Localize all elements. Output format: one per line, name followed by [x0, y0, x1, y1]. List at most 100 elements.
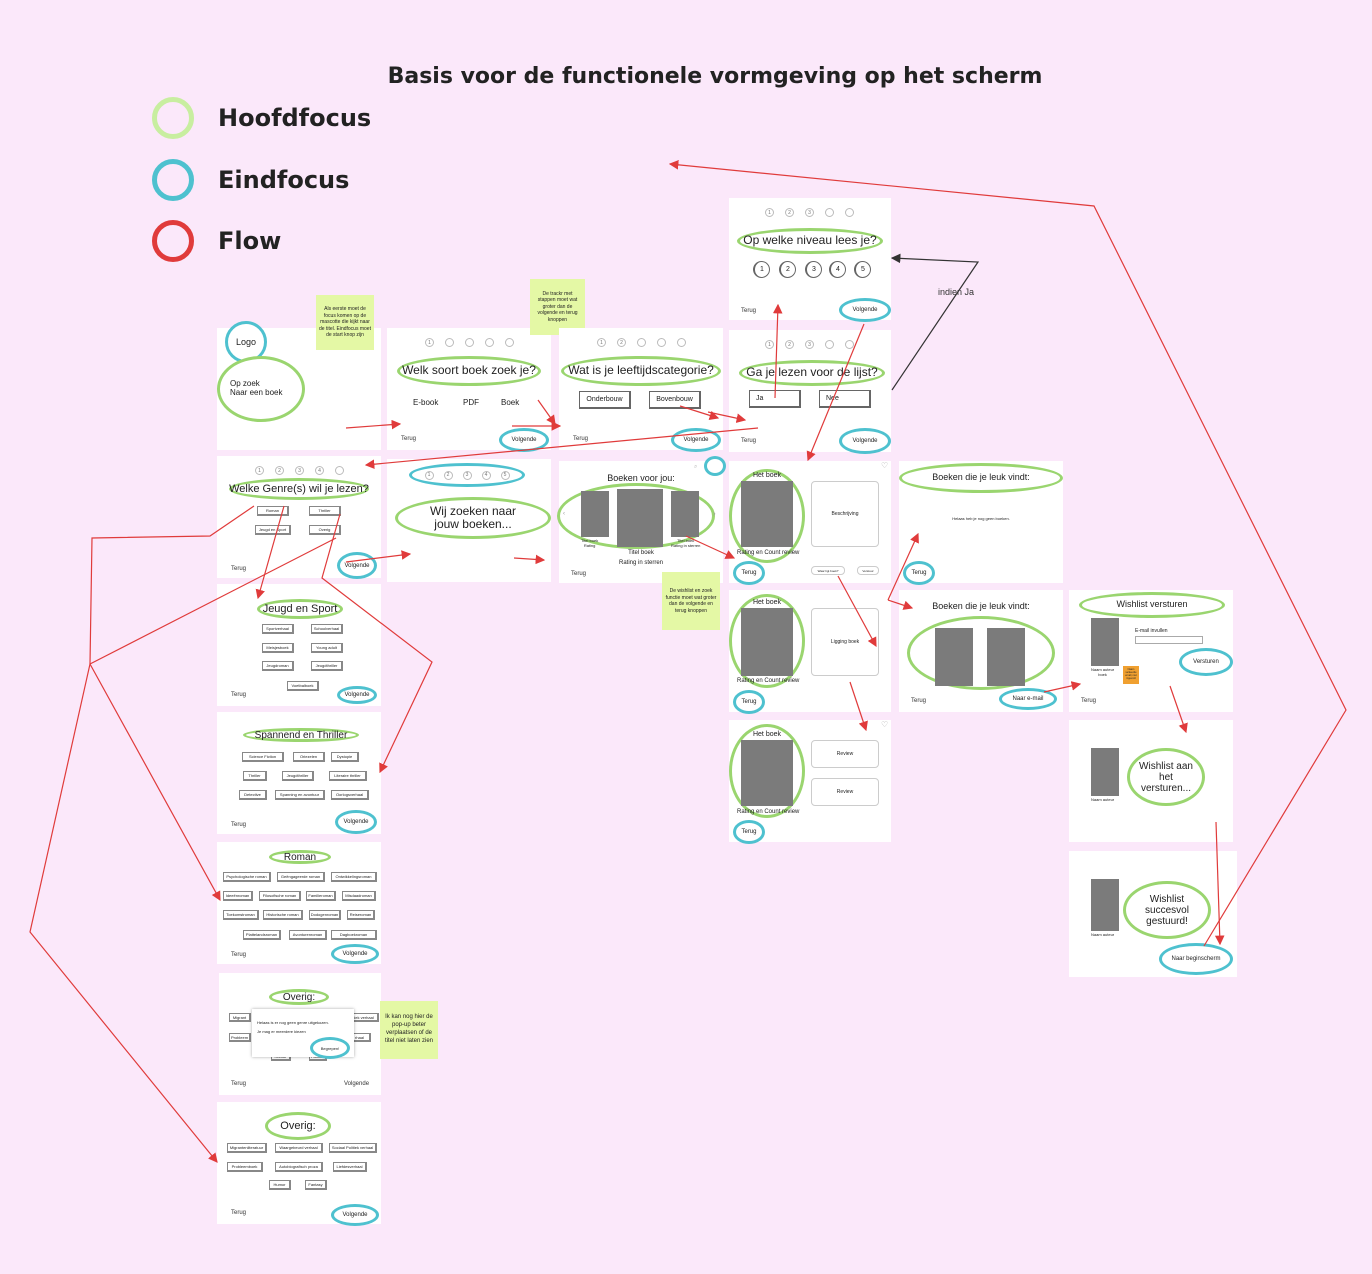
back-button[interactable]: Terug — [733, 820, 765, 844]
option[interactable]: Sportverhaal — [262, 624, 294, 634]
wishlist-button[interactable] — [704, 456, 726, 476]
where-button[interactable]: Waar ligt boek? — [811, 566, 845, 575]
next-button[interactable]: Volgende — [331, 1204, 379, 1226]
level-option[interactable]: 4 — [829, 261, 846, 278]
option-bovenbouw[interactable]: Bovenbouw — [649, 391, 701, 409]
level-option[interactable]: 5 — [854, 261, 871, 278]
send-button[interactable]: Versturen — [1179, 648, 1233, 676]
option[interactable]: Probleemboek — [227, 1162, 263, 1172]
next-button[interactable]: Volgende — [337, 552, 377, 579]
back-button[interactable]: Terug — [741, 438, 756, 444]
option[interactable]: Waargebeurd verhaal — [275, 1143, 323, 1153]
back-button[interactable]: Terug — [231, 692, 246, 698]
next-button[interactable]: Volgende — [335, 810, 377, 834]
option-overig[interactable]: Overig — [309, 525, 341, 535]
option[interactable]: Schoolverhaal — [311, 624, 343, 634]
option[interactable]: Toekomstroman — [223, 910, 259, 920]
option[interactable]: Migrantenliteratuur — [227, 1143, 267, 1153]
option[interactable]: Dystopie — [331, 752, 359, 762]
level-option[interactable]: 3 — [805, 261, 822, 278]
option[interactable]: Jeugdthriller — [311, 661, 343, 671]
option-ebook[interactable]: E-book — [413, 398, 438, 407]
next-button[interactable]: Volgende — [839, 428, 891, 454]
option[interactable]: Misdaadroman — [342, 891, 376, 901]
option[interactable]: Humor — [269, 1180, 291, 1190]
list-question: Ga je lezen voor de lijst? — [739, 360, 885, 386]
next-button[interactable]: Volgende — [671, 428, 721, 452]
option-boek[interactable]: Boek — [501, 398, 519, 407]
option[interactable]: Liefdesverhaal — [333, 1162, 367, 1172]
option[interactable]: Jeugdroman — [262, 661, 294, 671]
back-button[interactable]: Terug — [231, 566, 246, 572]
screen-search: 1 2 3 4 5 Wij zoeken naar jouw boeken... — [387, 459, 551, 582]
step-dot — [465, 338, 474, 347]
option[interactable]: Reiseroman — [347, 910, 375, 920]
option-pdf[interactable]: PDF — [463, 398, 479, 407]
heart-icon[interactable]: ♡ — [881, 461, 888, 470]
option[interactable]: Autobiografisch proza — [275, 1162, 323, 1172]
option[interactable]: Science Fiction — [242, 752, 284, 762]
option[interactable]: Geëngageerde roman — [277, 872, 325, 882]
search-icon[interactable]: ⌕ — [694, 464, 697, 471]
option[interactable]: Literaire thriller — [329, 771, 367, 781]
option-ja[interactable]: Ja — [749, 390, 801, 408]
option[interactable]: Detective — [239, 790, 267, 800]
book-location: Ligging boek — [811, 608, 879, 676]
popup-ok-button[interactable]: Begrepen! — [310, 1037, 350, 1059]
option[interactable]: Voetbalboek — [287, 681, 319, 691]
option[interactable]: Oriezelen — [293, 752, 325, 762]
next-button[interactable]: Volgende — [499, 428, 549, 452]
back-button[interactable]: Terug — [401, 436, 416, 442]
option[interactable]: Psychologische roman — [223, 872, 271, 882]
back-button[interactable]: Terug — [733, 561, 765, 585]
back-button[interactable]: Terug — [231, 952, 246, 958]
back-button[interactable]: Terug — [741, 308, 756, 314]
option[interactable]: Ontwikkelingsroman — [331, 872, 377, 882]
next-button[interactable]: Volgende — [839, 298, 891, 322]
home-button[interactable]: Naar beginscherm — [1159, 943, 1233, 975]
email-input[interactable] — [1135, 636, 1203, 644]
next-button[interactable]: Volgende — [337, 686, 377, 704]
option-thriller[interactable]: Thriller — [309, 506, 341, 516]
option[interactable]: Familieroman — [306, 891, 336, 901]
option[interactable]: Dodogenroman — [309, 910, 341, 920]
back-button[interactable]: Terug — [231, 822, 246, 828]
back-button[interactable]: Terug — [231, 1081, 246, 1087]
option-onderbouw[interactable]: Onderbouw — [579, 391, 631, 409]
back-button[interactable]: Terug — [733, 690, 765, 714]
level-option[interactable]: 1 — [753, 261, 770, 278]
option[interactable]: Avonturenroman — [289, 930, 327, 940]
option[interactable]: Ideeënroman — [223, 891, 253, 901]
flow-legend-swatch — [152, 220, 194, 262]
option[interactable]: Sociaal Politiek verhaal — [329, 1143, 377, 1153]
back-button[interactable]: Terug — [571, 571, 586, 577]
option[interactable]: Meisjesboek — [262, 643, 294, 653]
back-button[interactable]: Terug — [911, 698, 926, 704]
option[interactable]: Thriller — [243, 771, 267, 781]
back-button[interactable]: Terug — [1081, 698, 1096, 704]
option-jeugd-sport[interactable]: Jeugd en Sport — [255, 525, 291, 535]
option[interactable]: Historische roman — [263, 910, 303, 920]
option-nee[interactable]: Nee — [819, 390, 871, 408]
option[interactable]: Oorlogsverhaal — [331, 790, 369, 800]
option-roman[interactable]: Roman — [257, 506, 289, 516]
back-button[interactable]: Terug — [231, 1210, 246, 1216]
heart-icon[interactable]: ♡ — [881, 720, 888, 729]
option[interactable]: Filosofische roman — [259, 891, 301, 901]
chevron-right-icon[interactable]: › — [713, 509, 716, 518]
option[interactable]: Jeugdthriller — [282, 771, 314, 781]
option[interactable]: Young adult — [311, 643, 343, 653]
option[interactable]: Spanning en avontuur — [275, 790, 325, 800]
to-email-button[interactable]: Naar e-mail — [999, 688, 1057, 710]
chevron-left-icon[interactable]: ‹ — [563, 511, 565, 517]
level-option[interactable]: 2 — [779, 261, 796, 278]
back-button[interactable]: Terug — [573, 436, 588, 442]
next-button[interactable]: Volgende — [331, 944, 379, 964]
option[interactable]: Fantasy — [305, 1180, 327, 1190]
option[interactable]: Plattelandsroman — [243, 930, 281, 940]
next-button[interactable]: Volgende — [344, 1081, 369, 1087]
start-button[interactable]: Op zoek Naar een boek — [217, 356, 305, 422]
option[interactable]: Dagboekroman — [331, 930, 377, 940]
back-button[interactable]: Terug — [903, 561, 935, 585]
send-button[interactable]: Verstuur — [857, 566, 879, 575]
